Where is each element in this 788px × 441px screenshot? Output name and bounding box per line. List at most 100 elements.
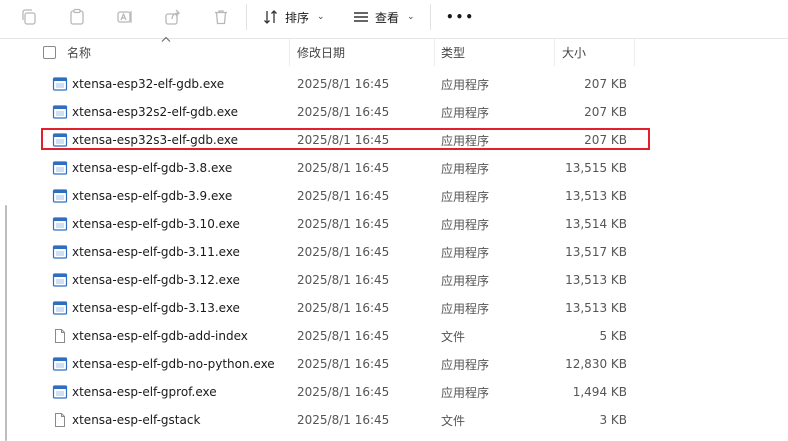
rename-icon[interactable] (114, 6, 136, 28)
application-icon (52, 217, 68, 231)
file-name: xtensa-esp-elf-gdb-add-index (72, 329, 248, 343)
column-resize-handle[interactable] (634, 39, 635, 66)
file-name: xtensa-esp-elf-gdb-3.9.exe (72, 189, 233, 203)
column-resize-handle[interactable] (289, 39, 290, 66)
column-resize-handle[interactable] (554, 39, 555, 66)
file-type: 应用程序 (441, 77, 490, 92)
file-list: xtensa-esp32-elf-gdb.exe 2025/8/1 16:45 应用… (0, 70, 788, 434)
file-type: 应用程序 (441, 189, 490, 204)
file-date: 2025/8/1 16:45 (297, 161, 390, 175)
chevron-down-icon: ⌄ (407, 12, 415, 22)
file-name: xtensa-esp-elf-gdb-no-python.exe (72, 357, 275, 371)
column-header-size[interactable]: 大小 (562, 39, 586, 66)
column-header-name[interactable]: 名称 (67, 39, 91, 66)
column-header-date[interactable]: 修改日期 (297, 39, 345, 66)
sort-icon (264, 10, 277, 24)
file-date: 2025/8/1 16:45 (297, 245, 390, 259)
file-row[interactable]: xtensa-esp32s2-elf-gdb.exe 2025/8/1 16:45… (0, 98, 788, 126)
file-size: 13,513 KB (565, 189, 627, 203)
file-type: 应用程序 (441, 273, 490, 288)
file-row[interactable]: xtensa-esp-elf-gdb-3.13.exe 2025/8/1 16:4… (0, 294, 788, 322)
file-type: 文件 (441, 413, 466, 428)
file-name: xtensa-esp-elf-gdb-3.13.exe (72, 301, 240, 315)
file-date: 2025/8/1 16:45 (297, 413, 390, 427)
file-type: 应用程序 (441, 357, 490, 372)
more-button[interactable]: ••• (446, 5, 475, 29)
copy-icon[interactable] (18, 6, 40, 28)
column-header-type[interactable]: 类型 (441, 39, 465, 66)
file-icon (55, 413, 65, 427)
file-size: 3 KB (599, 413, 627, 427)
file-size: 13,515 KB (565, 161, 627, 175)
file-size: 13,514 KB (565, 217, 627, 231)
file-type: 应用程序 (441, 105, 490, 120)
column-resize-handle[interactable] (434, 39, 435, 66)
chevron-down-icon: ⌄ (317, 12, 325, 22)
file-row[interactable]: xtensa-esp-elf-gdb-3.9.exe 2025/8/1 16:45… (0, 182, 788, 210)
file-type: 应用程序 (441, 161, 490, 176)
file-type: 应用程序 (441, 133, 490, 148)
file-name: xtensa-esp32s3-elf-gdb.exe (72, 133, 239, 147)
view-label: 查看 (375, 10, 400, 25)
view-button[interactable]: 查看 ⌄ (353, 5, 415, 29)
application-icon (52, 245, 68, 259)
file-date: 2025/8/1 16:45 (297, 105, 390, 119)
file-row[interactable]: xtensa-esp-elf-gprof.exe 2025/8/1 16:45 应用… (0, 378, 788, 406)
application-icon (52, 357, 68, 371)
sort-label: 排序 (285, 10, 310, 25)
file-date: 2025/8/1 16:45 (297, 301, 390, 315)
file-size: 1,494 KB (572, 385, 627, 399)
file-size: 13,513 KB (565, 273, 627, 287)
file-date: 2025/8/1 16:45 (297, 133, 390, 147)
file-icon (55, 329, 65, 343)
file-size: 13,517 KB (565, 245, 627, 259)
file-size: 207 KB (584, 77, 627, 91)
file-name: xtensa-esp-elf-gdb-3.10.exe (72, 217, 240, 231)
application-icon (52, 385, 68, 399)
file-row[interactable]: xtensa-esp32-elf-gdb.exe 2025/8/1 16:45 应用… (0, 70, 788, 98)
file-name: xtensa-esp-elf-gdb-3.11.exe (72, 245, 240, 259)
file-date: 2025/8/1 16:45 (297, 385, 390, 399)
file-name: xtensa-esp-elf-gstack (72, 413, 201, 427)
application-icon (52, 189, 68, 203)
file-type: 应用程序 (441, 245, 490, 260)
file-row[interactable]: xtensa-esp32s3-elf-gdb.exe 2025/8/1 16:45… (0, 126, 788, 154)
file-row[interactable]: xtensa-esp-elf-gdb-3.8.exe 2025/8/1 16:45… (0, 154, 788, 182)
file-name: xtensa-esp-elf-gprof.exe (72, 385, 217, 399)
application-icon (52, 301, 68, 315)
file-date: 2025/8/1 16:45 (297, 329, 390, 343)
file-row[interactable]: xtensa-esp-elf-gdb-add-index 2025/8/1 16:… (0, 322, 788, 350)
file-row[interactable]: xtensa-esp-elf-gdb-3.12.exe 2025/8/1 16:4… (0, 266, 788, 294)
file-type: 应用程序 (441, 301, 490, 316)
file-name: xtensa-esp32-elf-gdb.exe (72, 77, 225, 91)
application-icon (52, 273, 68, 287)
file-date: 2025/8/1 16:45 (297, 217, 390, 231)
file-size: 207 KB (584, 133, 627, 147)
share-icon[interactable] (162, 6, 184, 28)
file-date: 2025/8/1 16:45 (297, 357, 390, 371)
file-name: xtensa-esp-elf-gdb-3.8.exe (72, 161, 233, 175)
file-name: xtensa-esp-elf-gdb-3.12.exe (72, 273, 240, 287)
toolbar-separator (430, 4, 431, 30)
file-size: 207 KB (584, 105, 627, 119)
file-row[interactable]: xtensa-esp-elf-gdb-3.11.exe 2025/8/1 16:4… (0, 238, 788, 266)
file-row[interactable]: xtensa-esp-elf-gstack 2025/8/1 16:45 文件 3 K… (0, 406, 788, 434)
file-date: 2025/8/1 16:45 (297, 273, 390, 287)
sort-button[interactable]: 排序 ⌄ (263, 5, 325, 29)
delete-icon[interactable] (210, 6, 232, 28)
more-icon: ••• (446, 10, 476, 24)
file-size: 12,830 KB (565, 357, 627, 371)
command-bar: 排序 ⌄ 查看 ⌄ ••• (0, 0, 788, 34)
paste-icon[interactable] (66, 6, 88, 28)
select-all-checkbox[interactable] (43, 46, 56, 59)
file-date: 2025/8/1 16:45 (297, 77, 390, 91)
file-type: 应用程序 (441, 385, 490, 400)
file-row[interactable]: xtensa-esp-elf-gdb-no-python.exe 2025/8/1… (0, 350, 788, 378)
file-type: 文件 (441, 329, 466, 344)
file-row[interactable]: xtensa-esp-elf-gdb-3.10.exe 2025/8/1 16:4… (0, 210, 788, 238)
application-icon (52, 105, 68, 119)
file-size: 13,513 KB (565, 301, 627, 315)
application-icon (52, 77, 68, 91)
view-icon (354, 12, 368, 22)
file-size: 5 KB (599, 329, 627, 343)
